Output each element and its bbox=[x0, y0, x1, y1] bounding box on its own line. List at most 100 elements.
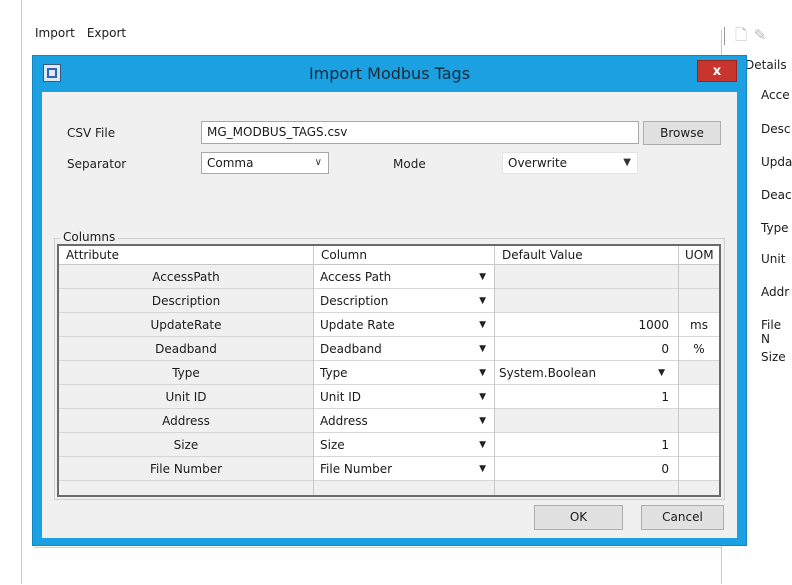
uom-cell bbox=[679, 385, 719, 409]
table-row: File Number File Number ▼ 0 bbox=[59, 457, 719, 481]
dropdown-arrow-icon: ▼ bbox=[479, 440, 486, 450]
attribute-cell: Type bbox=[59, 361, 313, 385]
default-value-cell bbox=[495, 289, 678, 313]
grid-column-divider bbox=[313, 246, 314, 495]
details-item: Size bbox=[761, 350, 786, 364]
columns-group-label: Columns bbox=[60, 230, 119, 244]
details-item: Upda bbox=[761, 155, 792, 169]
grid-column-divider bbox=[494, 246, 495, 495]
column-value: Deadband bbox=[320, 342, 382, 356]
default-value-input[interactable]: 0 bbox=[495, 457, 678, 481]
attribute-cell: Description bbox=[59, 289, 313, 313]
background-list-area bbox=[34, 547, 721, 585]
column-select[interactable]: Update Rate ▼ bbox=[314, 313, 494, 337]
uom-cell bbox=[679, 361, 719, 385]
default-value-input[interactable]: 0 bbox=[495, 337, 678, 361]
csv-file-label: CSV File bbox=[67, 126, 116, 140]
grid-empty-area bbox=[59, 481, 719, 495]
csv-file-input[interactable]: MG_MODBUS_TAGS.csv bbox=[201, 121, 639, 144]
attribute-cell: UpdateRate bbox=[59, 313, 313, 337]
dropdown-arrow-icon: ▼ bbox=[479, 344, 486, 354]
dialog-title: Import Modbus Tags bbox=[308, 64, 471, 83]
mode-value: Overwrite bbox=[508, 156, 568, 170]
column-value: File Number bbox=[320, 462, 393, 476]
dialog-client-area: CSV File MG_MODBUS_TAGS.csv Browse Separ… bbox=[42, 92, 737, 538]
separator-value: Comma bbox=[207, 156, 254, 170]
close-button[interactable]: x bbox=[697, 60, 737, 82]
edit-pencil-icon[interactable]: ✎ bbox=[752, 26, 768, 44]
header-default-value[interactable]: Default Value bbox=[495, 246, 679, 265]
toolbar-separator bbox=[724, 27, 725, 45]
dropdown-arrow-icon: ▼ bbox=[479, 416, 486, 426]
column-value: Size bbox=[320, 438, 345, 452]
uom-cell: ms bbox=[679, 313, 719, 337]
default-type-value: System.Boolean bbox=[499, 366, 597, 380]
table-row: AccessPath Access Path ▼ bbox=[59, 265, 719, 289]
uom-cell bbox=[679, 289, 719, 313]
column-select[interactable]: Access Path ▼ bbox=[314, 265, 494, 289]
default-type-select[interactable]: System.Boolean ▼ bbox=[495, 361, 678, 385]
chevron-down-icon: ∨ bbox=[314, 157, 322, 168]
uom-cell: % bbox=[679, 337, 719, 361]
attribute-cell: Size bbox=[59, 433, 313, 457]
default-value-input[interactable]: 1 bbox=[495, 385, 678, 409]
attribute-cell: File Number bbox=[59, 457, 313, 481]
default-value-input[interactable]: 1000 bbox=[495, 313, 678, 337]
uom-cell bbox=[679, 433, 719, 457]
column-value: Unit ID bbox=[320, 390, 362, 404]
menu-bar: Import Export bbox=[34, 26, 127, 44]
import-modbus-tags-dialog: Import Modbus Tags x CSV File MG_MODBUS_… bbox=[32, 55, 747, 546]
table-row: Size Size ▼ 1 bbox=[59, 433, 719, 457]
new-document-icon[interactable]: 🗋 bbox=[733, 26, 749, 44]
details-item: Unit bbox=[761, 252, 786, 266]
column-select[interactable]: Address ▼ bbox=[314, 409, 494, 433]
column-value: Type bbox=[320, 366, 348, 380]
column-select[interactable]: Deadband ▼ bbox=[314, 337, 494, 361]
cancel-button[interactable]: Cancel bbox=[641, 505, 724, 530]
attribute-cell: Address bbox=[59, 409, 313, 433]
columns-grid: Attribute Column Default Value UOM Acces… bbox=[57, 244, 721, 497]
dropdown-arrow-icon: ▼ bbox=[479, 320, 486, 330]
mode-label: Mode bbox=[393, 157, 426, 171]
details-item: Deac bbox=[761, 188, 792, 202]
separator-label: Separator bbox=[67, 157, 127, 171]
column-value: Address bbox=[320, 414, 368, 428]
column-select[interactable]: File Number ▼ bbox=[314, 457, 494, 481]
column-value: Update Rate bbox=[320, 318, 395, 332]
dropdown-arrow-icon: ▼ bbox=[479, 464, 486, 474]
dropdown-arrow-icon: ▼ bbox=[479, 272, 486, 282]
header-column[interactable]: Column bbox=[314, 246, 495, 265]
dropdown-arrow-icon: ▼ bbox=[479, 392, 486, 402]
header-uom[interactable]: UOM bbox=[679, 246, 719, 265]
uom-cell bbox=[679, 409, 719, 433]
separator-select[interactable]: Comma ∨ bbox=[201, 152, 329, 174]
dropdown-arrow-icon: ▼ bbox=[658, 368, 665, 378]
menu-export[interactable]: Export bbox=[86, 26, 127, 44]
column-select[interactable]: Description ▼ bbox=[314, 289, 494, 313]
menu-import[interactable]: Import bbox=[34, 26, 76, 44]
default-value-input[interactable]: 1 bbox=[495, 433, 678, 457]
dropdown-arrow-icon: ▼ bbox=[623, 157, 631, 168]
table-row: Deadband Deadband ▼ 0 % bbox=[59, 337, 719, 361]
column-select[interactable]: Type ▼ bbox=[314, 361, 494, 385]
uom-cell bbox=[679, 265, 719, 289]
details-item: Type bbox=[761, 221, 789, 235]
table-row: UpdateRate Update Rate ▼ 1000 ms bbox=[59, 313, 719, 337]
details-item: Desc bbox=[761, 122, 791, 136]
header-attribute[interactable]: Attribute bbox=[59, 246, 314, 265]
details-item: Addr bbox=[761, 285, 790, 299]
column-value: Access Path bbox=[320, 270, 392, 284]
uom-cell bbox=[679, 457, 719, 481]
column-select[interactable]: Size ▼ bbox=[314, 433, 494, 457]
dropdown-arrow-icon: ▼ bbox=[479, 296, 486, 306]
mode-select[interactable]: Overwrite ▼ bbox=[502, 152, 638, 174]
ok-button[interactable]: OK bbox=[534, 505, 623, 530]
browse-button[interactable]: Browse bbox=[643, 121, 721, 145]
table-row: Unit ID Unit ID ▼ 1 bbox=[59, 385, 719, 409]
default-value-cell bbox=[495, 409, 678, 433]
column-select[interactable]: Unit ID ▼ bbox=[314, 385, 494, 409]
details-item: File N bbox=[761, 318, 782, 346]
attribute-cell: Deadband bbox=[59, 337, 313, 361]
grid-column-divider bbox=[678, 246, 679, 495]
table-row: Type Type ▼ System.Boolean ▼ bbox=[59, 361, 719, 385]
